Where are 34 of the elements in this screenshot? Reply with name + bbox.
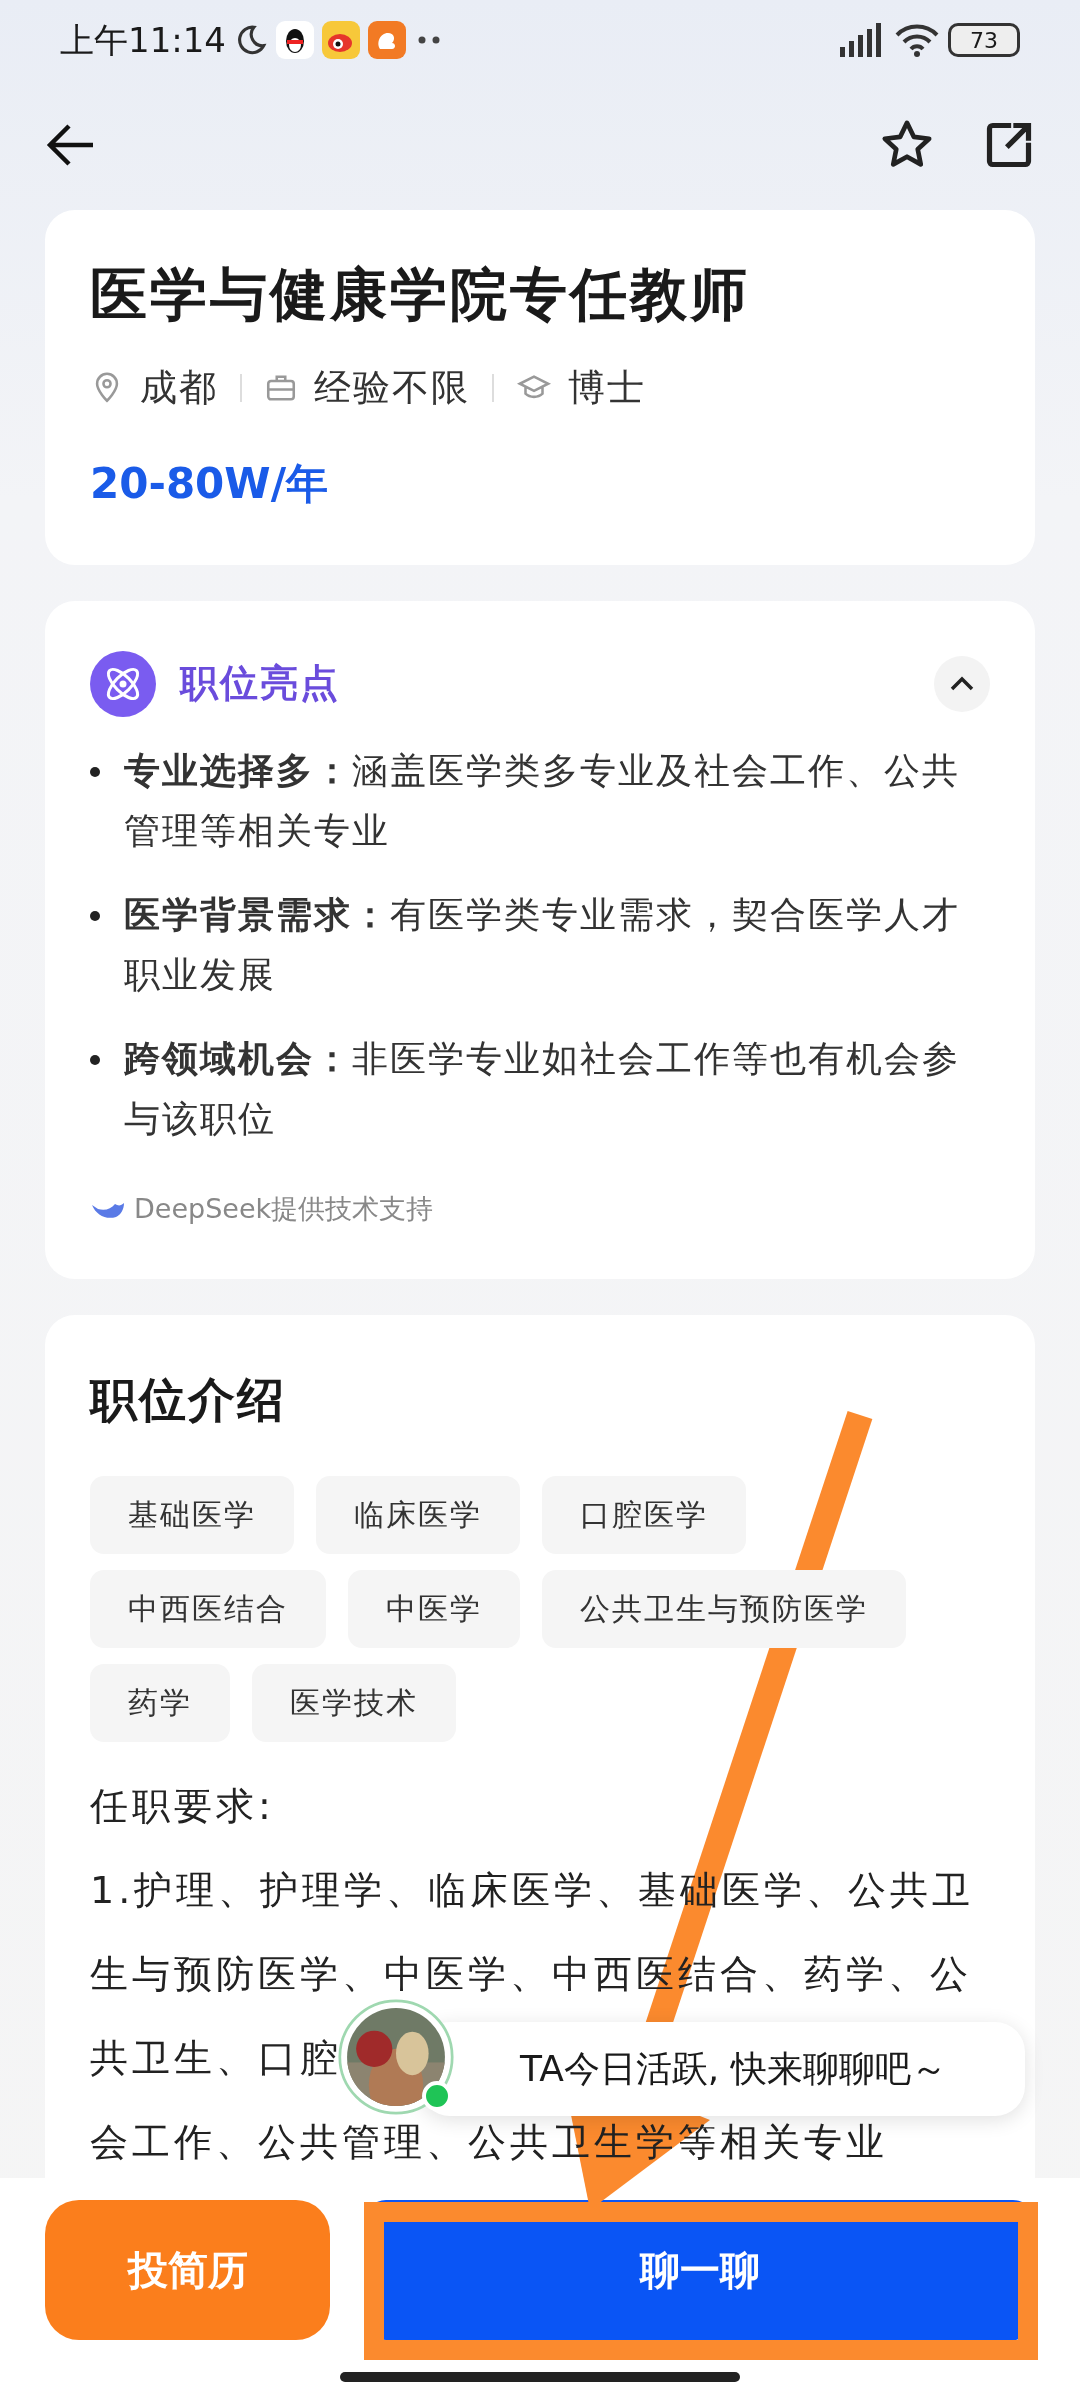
job-meta-text: 经验不限 [314,365,470,412]
specialty-tag: 医学技术 [252,1663,456,1742]
status-time: 上午11:14 [60,18,226,62]
requirements-heading: 任职要求: [90,1782,275,1830]
specialty-tag: 中西医结合 [90,1569,326,1648]
specialty-tag: 公共卫生与预防医学 [542,1569,906,1648]
specialty-tag: 药学 [90,1663,230,1742]
chevron-icon [949,675,975,692]
job-meta-text: 博士 [568,365,646,412]
battery-icon: 73 [948,23,1020,57]
bullet-dot [90,1054,100,1065]
job-title: 医学与健康学院专任教师 [90,260,751,329]
specialty-tag: 临床医学 [316,1475,520,1554]
squirrel-app-icon [368,21,406,59]
chat-prompt-text[interactable]: TA今日活跃, 快来聊聊吧～ [520,2042,947,2096]
atom-icon [90,650,156,717]
specialty-tag: 中医学 [348,1569,520,1648]
highlight-text: 专业选择多：涵盖医学类多专业及社会工作、公共管理等相关专业 [124,748,961,853]
back-arrow-icon[interactable] [45,123,95,167]
bullet-dot [90,766,100,777]
penguin-app-icon [276,21,314,59]
wifi-icon [894,23,940,57]
bullet-dot [90,910,100,921]
powered-by-text: DeepSeek提供技术支持 [134,1191,434,1226]
specialty-tag: 基础医学 [90,1475,294,1554]
eye-app-icon [322,21,360,59]
salary: 20-80W/年 [90,457,329,510]
highlight-text: 医学背景需求：有医学类专业需求，契合医学人才职业发展 [124,892,961,997]
intro-title: 职位介绍 [90,1371,287,1430]
highlights-title: 职位亮点 [180,660,340,708]
requirements-line: 共卫生、口腔 [90,2034,342,2082]
job-meta-text: 成都 [140,365,218,412]
highlight-text: 跨领域机会：非医学专业如社会工作等也有机会参与该职位 [124,1036,961,1141]
specialty-tag: 口腔医学 [542,1475,746,1554]
